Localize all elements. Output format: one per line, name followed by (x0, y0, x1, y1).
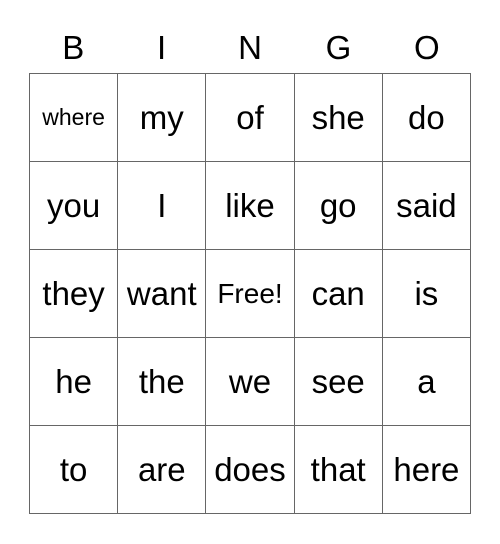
header-letter-b: B (62, 29, 85, 66)
bingo-cell[interactable]: here (382, 426, 471, 514)
bingo-cell[interactable]: they (30, 250, 119, 338)
header-letter-o: O (413, 29, 440, 66)
bingo-cell[interactable]: does (206, 426, 295, 514)
bingo-cell[interactable]: you (30, 162, 119, 250)
bingo-cell[interactable]: can (294, 250, 383, 338)
free-space-cell[interactable]: Free! (206, 250, 295, 338)
bingo-cell[interactable]: of (206, 74, 295, 162)
bingo-cell[interactable]: go (294, 162, 383, 250)
bingo-cell[interactable]: see (294, 338, 383, 426)
bingo-card-grid: where my of she do you I like go said th… (29, 73, 471, 514)
bingo-cell[interactable]: do (382, 74, 471, 162)
bingo-cell[interactable]: is (382, 250, 471, 338)
bingo-cell[interactable]: are (118, 426, 207, 514)
bingo-cell[interactable]: that (294, 426, 383, 514)
bingo-cell[interactable]: to (30, 426, 119, 514)
bingo-cell[interactable]: my (118, 74, 207, 162)
header-letter-n: N (238, 29, 262, 66)
bingo-cell[interactable]: the (118, 338, 207, 426)
bingo-cell[interactable]: he (30, 338, 119, 426)
bingo-cell[interactable]: want (118, 250, 207, 338)
bingo-cell[interactable]: I (118, 162, 207, 250)
bingo-cell[interactable]: like (206, 162, 295, 250)
header-letter-g: G (325, 29, 352, 66)
bingo-cell[interactable]: we (206, 338, 295, 426)
bingo-cell[interactable]: said (382, 162, 471, 250)
bingo-cell[interactable]: where (30, 74, 119, 162)
bingo-cell[interactable]: a (382, 338, 471, 426)
header-letter-i: I (157, 29, 167, 66)
bingo-header: B I N G O (29, 26, 471, 70)
bingo-cell[interactable]: she (294, 74, 383, 162)
